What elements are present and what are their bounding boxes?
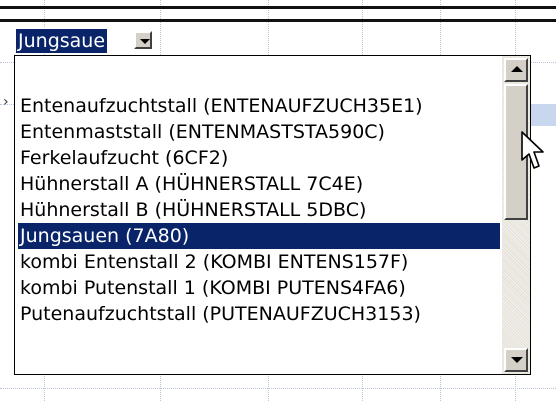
scroll-down-arrow-icon <box>511 357 523 363</box>
scroll-up-button[interactable] <box>504 58 528 82</box>
grid-line <box>0 388 556 389</box>
list-item[interactable]: Hühnerstall B (HÜHNERSTALL 5DBC) <box>18 197 500 223</box>
list-item[interactable]: Putenaufzuchtstall (PUTENAUFZUCH3153) <box>18 301 500 327</box>
list-item-selected[interactable]: Jungsauen (7A80) <box>18 223 500 249</box>
cell-border-thick <box>0 19 556 22</box>
dropdown-options: Entenaufzuchtstall (ENTENAUFZUCH35E1) Ent… <box>15 56 500 374</box>
vertical-scrollbar[interactable] <box>502 56 530 374</box>
cell-border-thick <box>0 6 556 9</box>
scroll-up-arrow-icon <box>511 66 523 72</box>
combo-selected-value[interactable]: Jungsaue <box>16 29 108 53</box>
mouse-pointer-icon <box>521 131 544 169</box>
chevron-down-icon <box>140 39 150 44</box>
spreadsheet-window: › Jungsaue Entenaufzuchtstall (ENTENAUFZ… <box>0 0 556 401</box>
cell-edge-fragment: › <box>3 95 9 109</box>
list-item[interactable]: kombi Entenstall 2 (KOMBI ENTENS157F) <box>18 249 500 275</box>
list-item[interactable]: Entenaufzuchtstall (ENTENAUFZUCH35E1) <box>18 93 500 119</box>
combo-dropdown-button[interactable] <box>134 31 152 49</box>
stall-dropdown-list[interactable]: Entenaufzuchtstall (ENTENAUFZUCH35E1) Ent… <box>14 55 531 375</box>
list-item[interactable]: Ferkelaufzucht (6CF2) <box>18 145 500 171</box>
list-item[interactable]: kombi Putenstall 1 (KOMBI PUTENS4FA6) <box>18 275 500 301</box>
scroll-down-button[interactable] <box>504 348 528 372</box>
list-item[interactable]: Hühnerstall A (HÜHNERSTALL 7C4E) <box>18 171 500 197</box>
stall-combo-box[interactable]: Jungsaue <box>14 28 160 54</box>
list-item[interactable]: Entenmaststall (ENTENMASTSTA590C) <box>18 119 500 145</box>
